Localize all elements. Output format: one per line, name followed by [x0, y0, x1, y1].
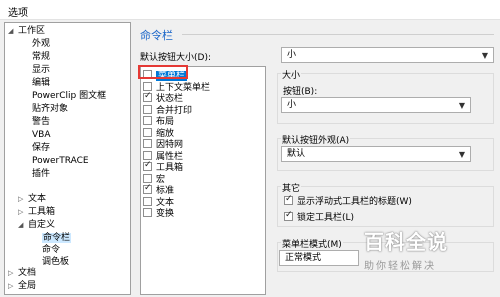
- checkbox-icon[interactable]: [143, 196, 152, 206]
- checkbox-icon[interactable]: [143, 81, 152, 91]
- checkbox-icon[interactable]: [143, 160, 152, 171]
- button-appearance-select[interactable]: 默认 ▼: [281, 146, 471, 162]
- tree-item[interactable]: VBA: [32, 129, 51, 141]
- default-button-size-label: 默认按钮大小(D):: [140, 53, 211, 63]
- list-item[interactable]: 状态栏: [143, 91, 183, 104]
- other-group-title: 其它: [281, 181, 302, 194]
- window-title: 选项: [8, 8, 28, 19]
- menubar-mode-group-title: 菜单栏模式(M): [281, 237, 343, 250]
- watermark-main-text: 百科全说: [364, 230, 448, 254]
- expand-right-icon[interactable]: ▷: [8, 280, 18, 292]
- tree-item-text[interactable]: ▷ 文本: [18, 193, 46, 205]
- tree-item[interactable]: 命令: [42, 244, 60, 256]
- tree-item[interactable]: 编辑: [32, 77, 50, 89]
- list-item[interactable]: 缩放: [143, 127, 174, 139]
- expand-right-icon[interactable]: ▷: [18, 206, 28, 218]
- tree-item[interactable]: 保存: [32, 142, 50, 154]
- tree-item-customize[interactable]: ◢ 自定义: [18, 219, 55, 231]
- checkbox-icon[interactable]: [143, 183, 152, 194]
- section-divider: [182, 34, 494, 35]
- tree-item[interactable]: PowerTRACE: [32, 155, 89, 167]
- watermark-sub-text: 助你轻松解决: [364, 261, 436, 272]
- menubar-mode-select[interactable]: 正常模式: [279, 250, 359, 266]
- list-item[interactable]: 因特网: [143, 139, 183, 150]
- watermark: 百科全说 助你轻松解决: [364, 226, 468, 272]
- list-item[interactable]: 文本: [143, 196, 174, 208]
- section-title: 命令栏: [140, 29, 173, 42]
- chevron-down-icon: ▼: [458, 150, 465, 159]
- show-floating-title-checkbox[interactable]: 显示浮动式工具栏的标题(W): [284, 194, 412, 207]
- tree-item[interactable]: 插件: [32, 168, 50, 180]
- checkbox-icon[interactable]: [143, 139, 152, 148]
- checkbox-icon[interactable]: [284, 210, 293, 221]
- appearance-group-title: 默认按钮外观(A): [281, 133, 351, 146]
- size-group-title: 大小: [281, 68, 302, 81]
- command-bar-list[interactable]: 菜单栏上下文菜单栏状态栏合并打印布局缩放因特网属性栏工具箱宏标准文本变换: [140, 66, 266, 295]
- tree-item[interactable]: 贴齐对象: [32, 103, 68, 115]
- expand-right-icon[interactable]: ▷: [18, 193, 28, 205]
- tree-item-workspace[interactable]: ◢ 工作区: [8, 25, 45, 37]
- default-button-size-select[interactable]: 小 ▼: [281, 47, 494, 63]
- title-bar: 选项: [0, 0, 500, 20]
- highlight-box: [138, 65, 188, 79]
- checkbox-icon[interactable]: [143, 173, 152, 183]
- expand-right-icon[interactable]: ▷: [8, 267, 18, 279]
- tree-item-global[interactable]: ▷ 全局: [8, 280, 36, 292]
- checkbox-icon[interactable]: [143, 104, 152, 114]
- lock-toolbar-checkbox[interactable]: 锁定工具栏(L): [284, 210, 354, 223]
- tree-item[interactable]: PowerClip 图文框: [32, 90, 106, 102]
- checkbox-icon[interactable]: [143, 127, 152, 137]
- tree-item-document[interactable]: ▷ 文档: [8, 267, 36, 279]
- list-item[interactable]: 标准: [143, 183, 174, 196]
- list-item[interactable]: 合并打印: [143, 104, 192, 116]
- tree-item[interactable]: 警告: [32, 116, 50, 128]
- chevron-down-icon: ▼: [481, 51, 488, 60]
- chevron-down-icon: ▼: [458, 101, 465, 110]
- list-item[interactable]: 上下文菜单栏: [143, 81, 210, 93]
- button-size-label: 按钮(B):: [283, 87, 318, 97]
- list-item[interactable]: 变换: [143, 208, 174, 219]
- expand-down-icon[interactable]: ◢: [18, 219, 28, 231]
- checkbox-icon[interactable]: [143, 116, 152, 125]
- options-tree[interactable]: ◢ 工作区 外观 常规 显示 编辑 PowerClip 图文框 贴齐对象 警告 VBA 保存 Pow…: [4, 22, 131, 295]
- tree-item[interactable]: 显示: [32, 64, 50, 76]
- list-item[interactable]: 工具箱: [143, 160, 183, 173]
- list-item[interactable]: 布局: [143, 116, 174, 127]
- tree-item-toolbox[interactable]: ▷ 工具箱: [18, 206, 55, 218]
- expand-down-icon[interactable]: ◢: [8, 25, 18, 37]
- tree-item[interactable]: 命令栏: [42, 232, 72, 244]
- tree-item[interactable]: 常规: [32, 51, 50, 63]
- tree-item[interactable]: 调色板: [42, 256, 69, 268]
- checkbox-icon[interactable]: [284, 194, 293, 205]
- checkbox-icon[interactable]: [143, 150, 152, 160]
- checkbox-icon[interactable]: [143, 91, 152, 102]
- button-size-select[interactable]: 小 ▼: [281, 97, 471, 113]
- checkbox-icon[interactable]: [143, 208, 152, 217]
- tree-item[interactable]: 外观: [32, 38, 50, 50]
